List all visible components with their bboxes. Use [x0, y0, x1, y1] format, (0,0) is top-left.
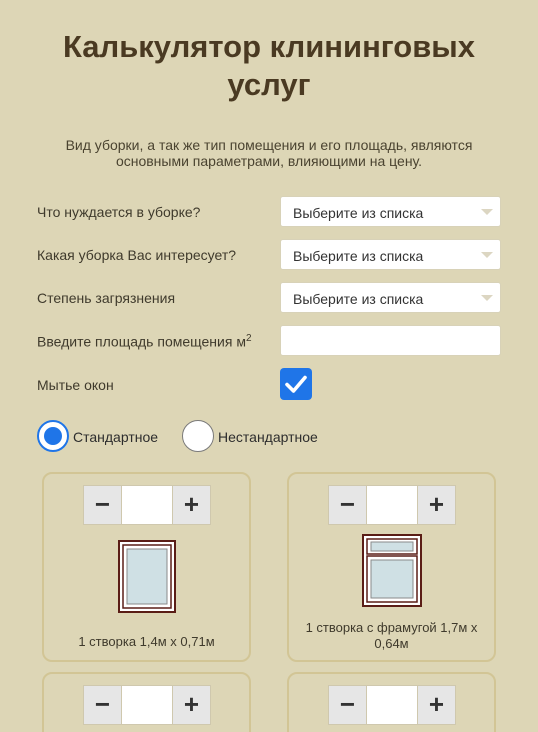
radio-standard[interactable] — [37, 420, 69, 452]
decrement-button[interactable]: − — [84, 686, 122, 724]
dirt-level-label: Степень загрязнения — [37, 290, 176, 306]
radio-nonstandard[interactable] — [182, 420, 214, 452]
radio-nonstandard-label: Нестандартное — [218, 429, 318, 445]
page-title: Калькулятор клининговых услуг — [62, 29, 476, 102]
object-label: Что нуждается в уборке? — [37, 204, 201, 220]
quantity-input[interactable] — [123, 486, 172, 524]
area-input[interactable] — [280, 325, 501, 356]
chevron-down-icon — [481, 252, 493, 258]
object-select[interactable]: Выберите из списка — [280, 196, 501, 227]
page-subtitle: Вид уборки, а так же тип помещения и его… — [65, 137, 473, 169]
window-caption: 1 створка 1,4м х 0,71м — [78, 634, 215, 649]
increment-button[interactable]: + — [172, 686, 210, 724]
quantity-stepper: − + — [83, 685, 211, 725]
cleaning-type-label: Какая уборка Вас интересует? — [37, 247, 237, 263]
chevron-down-icon — [481, 295, 493, 301]
decrement-button[interactable]: − — [329, 486, 367, 524]
transom-window-icon — [362, 534, 422, 607]
radio-standard-label: Стандартное — [73, 429, 159, 445]
increment-button[interactable]: + — [417, 486, 455, 524]
quantity-stepper: − + — [83, 485, 211, 525]
quantity-input[interactable] — [368, 486, 417, 524]
window-caption: 1 створка с фрамугой 1,7м х 0,64м — [305, 620, 478, 651]
quantity-stepper: − + — [328, 485, 456, 525]
chevron-down-icon — [481, 209, 493, 215]
window-card: − + — [287, 672, 496, 732]
area-label: Введите площадь помещения м2 — [37, 333, 252, 350]
increment-button[interactable]: + — [172, 486, 210, 524]
quantity-stepper: − + — [328, 685, 456, 725]
dirt-level-select-value: Выберите из списка — [293, 291, 424, 307]
window-card: − + 1 створка 1,4м х 0,71м — [42, 472, 251, 662]
windows-label: Мытье окон — [37, 377, 114, 393]
decrement-button[interactable]: − — [84, 486, 122, 524]
cleaning-type-select[interactable]: Выберите из списка — [280, 239, 501, 270]
cleaning-type-select-value: Выберите из списка — [293, 248, 424, 264]
window-card: − + — [42, 672, 251, 732]
window-card: − + 1 створка с фрамугой 1,7м х 0,64м — [287, 472, 496, 662]
area-unit-superscript: 2 — [245, 333, 252, 344]
object-select-value: Выберите из списка — [293, 205, 424, 221]
windows-checkbox[interactable] — [280, 368, 312, 400]
decrement-button[interactable]: − — [329, 686, 367, 724]
checkmark-icon — [285, 375, 307, 393]
increment-button[interactable]: + — [417, 686, 455, 724]
quantity-input[interactable] — [123, 686, 172, 724]
single-sash-window-icon — [118, 540, 176, 613]
quantity-input[interactable] — [368, 686, 417, 724]
dirt-level-select[interactable]: Выберите из списка — [280, 282, 501, 313]
